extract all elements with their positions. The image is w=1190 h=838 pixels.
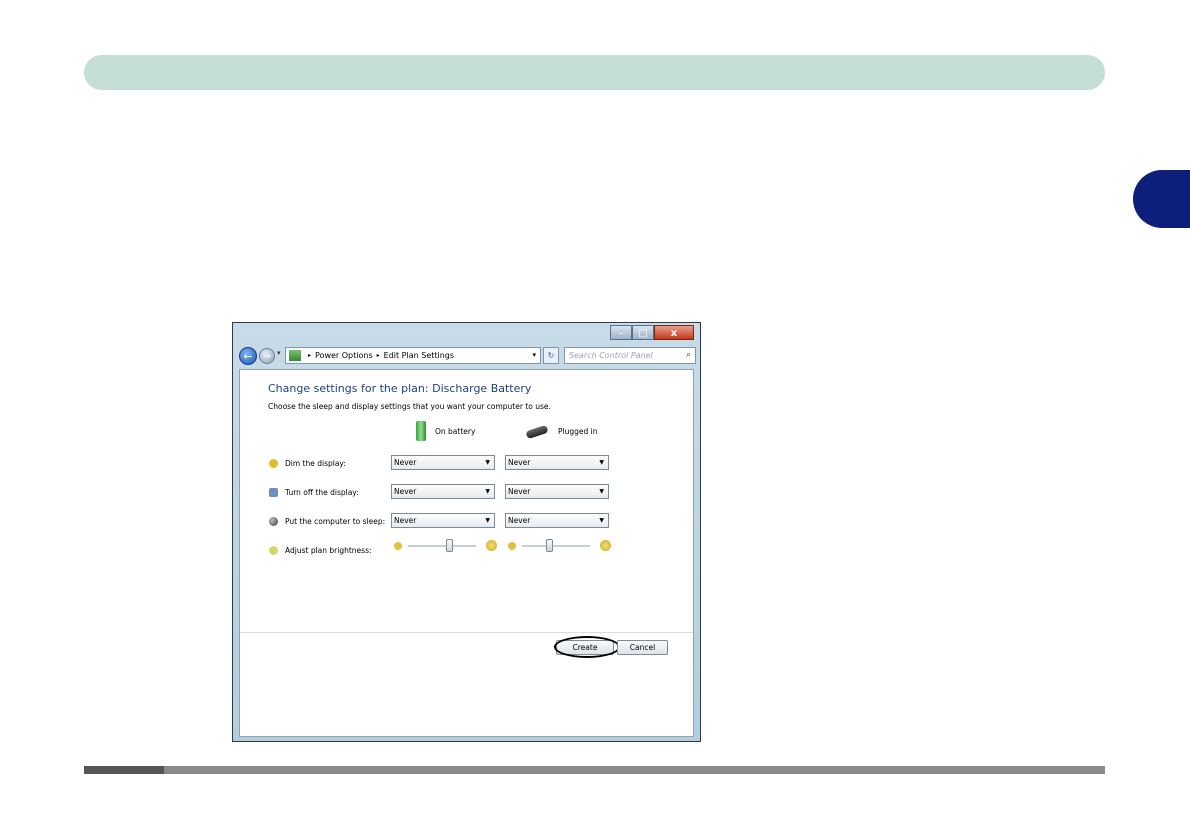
breadcrumb-separator-icon: ▸ <box>308 352 312 359</box>
turn-off-display-battery-select[interactable]: Never ▼ <box>391 484 495 499</box>
power-options-window: – □ x ← → ▾ ▸ Power Options ▸ Edit Plan … <box>232 322 701 742</box>
chevron-down-icon: ▼ <box>599 517 604 524</box>
breadcrumb-separator-icon: ▸ <box>376 352 380 359</box>
divider <box>240 632 693 633</box>
window-controls: – □ x <box>610 325 694 341</box>
turn-off-display-plugged-select[interactable]: Never ▼ <box>505 484 609 499</box>
bright-sun-icon <box>486 540 497 551</box>
select-value: Never <box>394 516 417 525</box>
recent-pages-dropdown[interactable]: ▾ <box>277 349 281 357</box>
select-value: Never <box>394 458 417 467</box>
plug-icon <box>525 424 549 439</box>
sleep-battery-select[interactable]: Never ▼ <box>391 513 495 528</box>
control-panel-icon <box>289 350 301 361</box>
dim-sun-icon <box>508 542 516 550</box>
address-dropdown-icon[interactable]: ▾ <box>532 351 536 359</box>
search-placeholder: Search Control Panel <box>569 351 653 360</box>
slider-thumb[interactable] <box>445 539 453 552</box>
chevron-down-icon: ▼ <box>485 459 490 466</box>
breadcrumb-power-options[interactable]: Power Options <box>315 351 373 360</box>
back-button[interactable]: ← <box>239 347 257 365</box>
chevron-down-icon: ▼ <box>485 517 490 524</box>
select-value: Never <box>508 487 531 496</box>
page-subtitle: Choose the sleep and display settings th… <box>268 402 551 411</box>
battery-icon <box>416 421 426 441</box>
column-plugged-in-label: Plugged in <box>558 427 598 436</box>
turn-off-display-label: Turn off the display: <box>269 488 359 497</box>
page-header-bar <box>84 55 1105 90</box>
chapter-tab <box>1133 170 1190 228</box>
sleep-plugged-select[interactable]: Never ▼ <box>505 513 609 528</box>
row-label-text: Adjust plan brightness: <box>285 546 372 555</box>
brightness-battery-slider[interactable] <box>394 539 498 552</box>
page-title: Change settings for the plan: Discharge … <box>268 382 532 395</box>
select-value: Never <box>508 516 531 525</box>
display-off-icon <box>269 488 278 497</box>
dim-display-label: Dim the display: <box>269 459 346 468</box>
brightness-label: Adjust plan brightness: <box>269 546 372 555</box>
sleep-icon <box>269 517 278 526</box>
slider-thumb[interactable] <box>546 539 554 552</box>
slider-track <box>522 545 590 547</box>
cancel-button[interactable]: Cancel <box>617 640 668 655</box>
select-value: Never <box>394 487 417 496</box>
chevron-down-icon: ▼ <box>599 459 604 466</box>
brightness-icon <box>269 546 278 555</box>
chevron-down-icon: ▼ <box>485 488 490 495</box>
column-on-battery-label: On battery <box>435 426 476 436</box>
footer-rule <box>84 766 1105 774</box>
column-on-battery: On battery <box>416 421 475 441</box>
footer-rule-accent <box>84 766 164 774</box>
refresh-button[interactable]: ↻ <box>543 347 559 364</box>
content-pane: Change settings for the plan: Discharge … <box>239 369 694 737</box>
dim-sun-icon <box>394 542 402 550</box>
select-value: Never <box>508 458 531 467</box>
row-label-text: Put the computer to sleep: <box>285 517 386 526</box>
search-icon[interactable]: ⌕ <box>686 348 691 363</box>
breadcrumb-edit-plan-settings[interactable]: Edit Plan Settings <box>384 351 454 360</box>
sleep-label: Put the computer to sleep: <box>269 517 386 526</box>
row-label-text: Dim the display: <box>285 459 346 468</box>
search-input[interactable]: Search Control Panel ⌕ <box>564 347 696 364</box>
column-plugged-in: Plugged in <box>525 424 598 439</box>
dim-display-icon <box>269 459 278 468</box>
dim-display-battery-select[interactable]: Never ▼ <box>391 455 495 470</box>
dim-display-plugged-select[interactable]: Never ▼ <box>505 455 609 470</box>
forward-button[interactable]: → <box>259 348 275 364</box>
bright-sun-icon <box>600 540 611 551</box>
row-label-text: Turn off the display: <box>285 488 359 497</box>
minimize-button[interactable]: – <box>610 325 632 340</box>
close-button[interactable]: x <box>654 325 694 340</box>
chevron-down-icon: ▼ <box>599 488 604 495</box>
address-bar[interactable]: ▸ Power Options ▸ Edit Plan Settings ▾ <box>285 347 541 364</box>
slider-track <box>408 545 476 547</box>
create-highlight-circle <box>554 636 620 658</box>
brightness-plugged-slider[interactable] <box>508 539 612 552</box>
maximize-button[interactable]: □ <box>632 325 654 340</box>
